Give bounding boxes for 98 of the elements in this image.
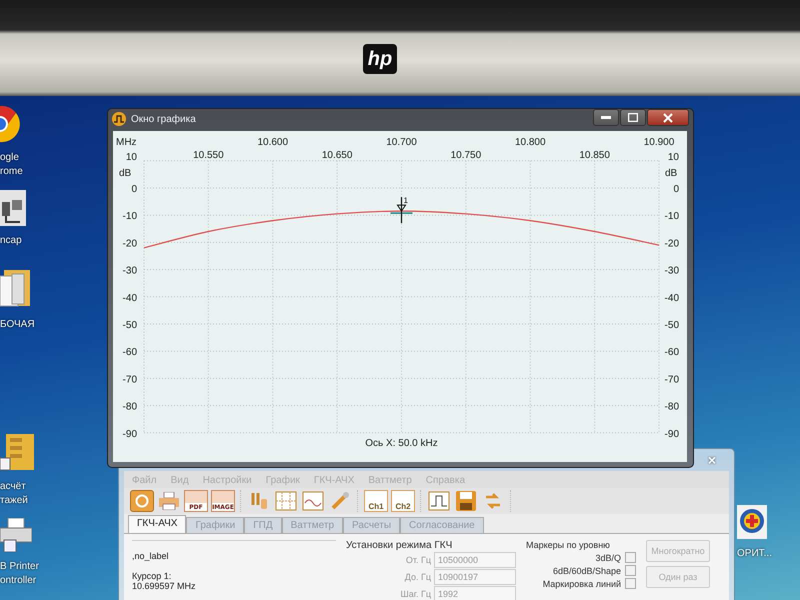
checkbox-label: 6dB/60dB/Shape [552, 566, 621, 576]
y-tick-label: -30 [122, 266, 137, 277]
y-tick-label: 0 [673, 184, 679, 195]
monitor-logo: hp [363, 44, 397, 74]
action-button[interactable]: Один раз [646, 566, 710, 588]
y-tick-label: -70 [122, 374, 137, 386]
y-tick-label: -30 [664, 266, 679, 277]
x-tick-label: 10.750 [450, 150, 482, 161]
grid-button[interactable] [274, 490, 298, 512]
save-icon [456, 491, 476, 511]
save-button[interactable] [454, 490, 478, 512]
y-tick-label: -50 [122, 320, 137, 331]
close-icon [663, 112, 673, 122]
checkbox-label: Маркировка линий [542, 578, 621, 588]
checkbox-label: 3dB/Q [595, 552, 621, 562]
tab[interactable]: ГПД [244, 517, 282, 533]
tab[interactable]: ГКЧ-АЧХ [128, 515, 186, 533]
cursor-label: Курсор 1: [132, 571, 172, 581]
maximize-icon [628, 113, 638, 122]
close-button[interactable]: × [704, 452, 720, 468]
cursor-name: ,no_label [132, 551, 170, 561]
building-icon[interactable] [0, 432, 34, 472]
checkbox[interactable] [625, 565, 636, 576]
y-tick-label: -20 [122, 238, 137, 250]
x-tick-label: 10.700 [386, 137, 417, 148]
cursor-crosshair[interactable] [390, 197, 412, 224]
cursor-value: 10.699597 MHz [132, 581, 197, 591]
x-tick-label: 10.850 [579, 150, 610, 161]
y-tick-label: -60 [664, 347, 679, 358]
tab[interactable]: Расчеты [343, 517, 400, 533]
section-title: Установки режима ГКЧ [346, 540, 454, 551]
desktop-icon-label[interactable]: асчёт тажей [0, 480, 44, 508]
step-graph-icon [428, 491, 450, 511]
checkbox[interactable] [625, 578, 636, 589]
channel-button[interactable]: Ch1 [364, 490, 388, 512]
y-tick-label: 0 [131, 184, 137, 195]
tools-icon [249, 491, 269, 511]
x-tick-label: 10.600 [257, 137, 288, 148]
y-tick-label: -50 [664, 320, 679, 331]
window-title: Окно графика [131, 114, 196, 124]
x-tick-label: 10.900 [644, 137, 674, 148]
desktop-icon-label[interactable]: B Printer ontroller [0, 560, 44, 588]
x-tick-label: 10.550 [193, 150, 224, 161]
axis-scale-note: Ось X: 50.0 kHz [365, 438, 438, 449]
y-axis-unit: dB [665, 168, 678, 179]
channel-button[interactable]: Ch2 [391, 490, 415, 512]
graph-icon [302, 491, 324, 511]
power-icon [135, 494, 149, 508]
y-tick-label: 10 [668, 152, 679, 163]
y-tick-label: -60 [122, 347, 137, 358]
input-field[interactable]: 1992 [434, 586, 516, 600]
grid-icon [275, 491, 297, 511]
app-logo-icon [112, 112, 126, 126]
field-label: Шаг. Гц [400, 589, 431, 599]
step-button[interactable] [427, 490, 451, 512]
app-icon[interactable] [0, 190, 26, 226]
section-title: Маркеры по уровню [526, 540, 611, 550]
minimize-button[interactable] [593, 109, 619, 126]
x-tick-label: 10.800 [514, 137, 546, 148]
printer-icon [158, 492, 180, 510]
swap-arrows-icon [484, 491, 502, 511]
y-tick-label: -40 [664, 292, 679, 304]
field-label: От. Гц [406, 555, 431, 565]
y-tick-label: -10 [664, 211, 679, 222]
tab[interactable]: Ваттметр [282, 517, 344, 533]
x-axis-unit: MHz [116, 137, 137, 148]
y-tick-label: -40 [122, 292, 137, 304]
desktop-icon-label[interactable]: БОЧАЯ [0, 318, 44, 332]
action-button[interactable]: Многократно [646, 540, 710, 562]
y-axis-unit: dB [119, 168, 132, 179]
tab[interactable]: Графики [186, 517, 244, 533]
marker-label: 1 [404, 196, 408, 206]
y-tick-label: -80 [122, 402, 137, 413]
minimize-icon [601, 116, 611, 120]
checkbox[interactable] [625, 552, 636, 563]
y-tick-label: -70 [664, 374, 679, 386]
close-button[interactable] [647, 109, 689, 126]
input-field[interactable]: 10900197 [434, 569, 516, 585]
x-tick-label: 10.650 [322, 150, 352, 161]
graph-button[interactable] [301, 490, 325, 512]
wrench-icon [330, 491, 350, 511]
desktop-icon-label[interactable]: ОРИТ... [737, 547, 791, 561]
desktop-icon-label[interactable]: ncap [0, 234, 44, 248]
y-tick-label: 10 [126, 152, 137, 163]
maximize-button[interactable] [620, 109, 646, 126]
print-button[interactable] [157, 490, 181, 512]
power-button[interactable] [130, 490, 154, 512]
tab[interactable]: Согласование [400, 517, 484, 533]
field-label: До. Гц [404, 572, 431, 582]
input-field[interactable]: 10500000 [434, 552, 516, 568]
y-tick-label: -10 [122, 211, 137, 222]
y-tick-label: -90 [122, 428, 137, 440]
y-tick-label: -80 [664, 402, 679, 413]
y-tick-label: -90 [664, 428, 679, 440]
printer-icon[interactable] [0, 518, 32, 552]
emblem-icon[interactable] [737, 505, 767, 539]
desktop-icon-label[interactable]: ogle rome [0, 151, 44, 179]
y-tick-label: -20 [664, 238, 679, 250]
